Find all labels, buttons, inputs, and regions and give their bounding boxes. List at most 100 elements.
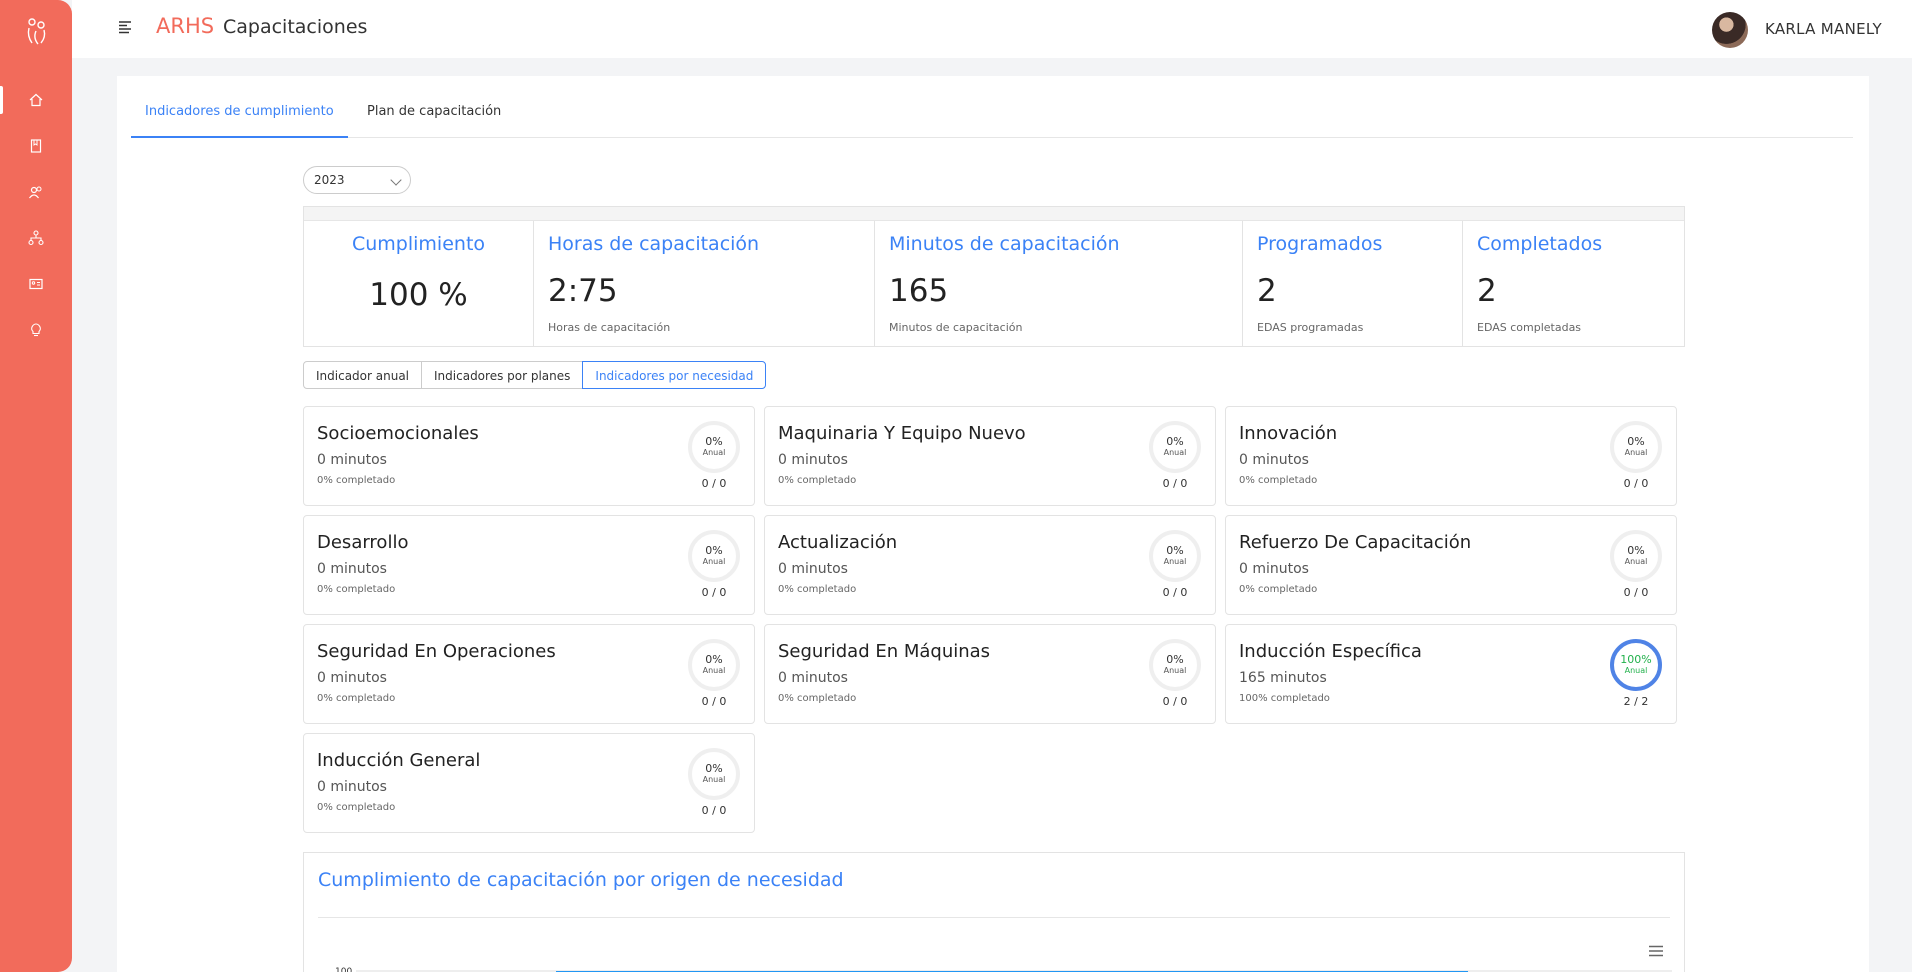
category-title: Inducción General (317, 750, 481, 771)
category-title: Refuerzo De Capacitación (1239, 532, 1472, 553)
progress-ring: 0% Anual (688, 421, 740, 473)
indicator-segmented-control: Indicador anual Indicadores por planes I… (303, 361, 767, 389)
sidebar-item-id-card[interactable] (0, 264, 72, 304)
chart-divider (318, 917, 1670, 918)
tab-plan-capacitacion[interactable]: Plan de capacitación (353, 76, 515, 138)
progress-ring: 0% Anual (688, 530, 740, 582)
category-completed: 0% completado (778, 584, 857, 595)
category-ratio: 0 / 0 (1623, 586, 1649, 599)
year-select[interactable]: 2023 (303, 166, 411, 194)
chart-card: Cumplimiento de capacitación por origen … (303, 852, 1685, 972)
category-card[interactable]: Inducción General 0 minutos 0% completado 0… (303, 733, 755, 833)
category-completed: 0% completado (1239, 584, 1318, 595)
chevron-down-icon (390, 174, 402, 186)
category-minutes: 0 minutos (317, 779, 387, 795)
progress-ring-value: 100% (1620, 653, 1652, 666)
category-minutes: 0 minutos (1239, 452, 1309, 468)
category-completed: 0% completado (778, 475, 857, 486)
kpi-value: 2 (1257, 273, 1277, 309)
category-card[interactable]: Inducción Específica 165 minutos 100% comp… (1225, 624, 1677, 724)
sidebar-item-book[interactable] (0, 126, 72, 166)
app-title: Capacitaciones (223, 16, 368, 38)
progress-ring: 0% Anual (1610, 530, 1662, 582)
category-card[interactable]: Seguridad En Operaciones 0 minutos 0% comp… (303, 624, 755, 724)
category-card[interactable]: Actualización 0 minutos 0% completado 0% Anu… (764, 515, 1216, 615)
id-card-icon (29, 278, 43, 290)
progress-ring-value: 0% (705, 435, 723, 448)
category-ratio: 0 / 0 (701, 477, 727, 490)
progress-ring-label: Anual (1624, 448, 1648, 457)
category-title: Actualización (778, 532, 898, 553)
progress-ring-label: Anual (1163, 557, 1187, 566)
category-ratio: 0 / 0 (1623, 477, 1649, 490)
category-completed: 0% completado (1239, 475, 1318, 486)
category-card[interactable]: Desarrollo 0 minutos 0% completado 0% Anual 0… (303, 515, 755, 615)
kpi-subtitle: EDAS completadas (1477, 321, 1582, 334)
segment-indicador-anual[interactable]: Indicador anual (303, 361, 423, 389)
category-card[interactable]: Socioemocionales 0 minutos 0% completado 0%… (303, 406, 755, 506)
category-minutes: 0 minutos (778, 452, 848, 468)
sidebar-item-home[interactable] (0, 80, 72, 120)
sidebar-item-ideas[interactable] (0, 310, 72, 350)
org-chart-icon (28, 230, 44, 246)
category-title: Seguridad En Máquinas (778, 641, 991, 662)
progress-ring-value: 0% (705, 762, 723, 775)
progress-ring-value: 0% (1166, 544, 1184, 557)
progress-ring-label: Anual (1624, 666, 1648, 675)
category-title: Socioemocionales (317, 423, 479, 444)
brand-name: ARHS (156, 14, 215, 38)
category-minutes: 0 minutos (317, 561, 387, 577)
progress-ring: 0% Anual (688, 639, 740, 691)
category-title: Seguridad En Operaciones (317, 641, 556, 662)
category-card[interactable]: Seguridad En Máquinas 0 minutos 0% complet… (764, 624, 1216, 724)
user-name[interactable]: KARLA MANELY (1765, 20, 1882, 38)
category-card[interactable]: Refuerzo De Capacitación 0 minutos 0% comp… (1225, 515, 1677, 615)
category-ratio: 0 / 0 (1162, 586, 1188, 599)
segment-indicadores-necesidad[interactable]: Indicadores por necesidad (582, 361, 767, 389)
progress-ring: 0% Anual (1149, 639, 1201, 691)
menu-icon[interactable] (118, 20, 134, 34)
progress-ring-value: 0% (1627, 544, 1645, 557)
sidebar-item-org-chart[interactable] (0, 218, 72, 258)
progress-ring-label: Anual (702, 557, 726, 566)
kpi-value: 165 (889, 273, 949, 309)
progress-ring: 0% Anual (688, 748, 740, 800)
chart-title: Cumplimiento de capacitación por origen … (318, 869, 844, 891)
progress-ring-value: 0% (1166, 435, 1184, 448)
kpi-header-stripe (304, 207, 1684, 221)
progress-ring-label: Anual (1163, 666, 1187, 675)
category-minutes: 0 minutos (778, 561, 848, 577)
book-icon (30, 139, 42, 153)
progress-ring-label: Anual (702, 666, 726, 675)
category-title: Innovación (1239, 423, 1338, 444)
category-completed: 0% completado (317, 693, 396, 704)
kpi-row: Cumplimiento 100 % Horas de capacitación… (303, 206, 1685, 347)
kpi-title: Completados (1477, 233, 1603, 255)
category-card[interactable]: Maquinaria Y Equipo Nuevo 0 minutos 0% com… (764, 406, 1216, 506)
category-ratio: 2 / 2 (1623, 695, 1649, 708)
category-ratio: 0 / 0 (701, 804, 727, 817)
main-panel: Indicadores de cumplimiento Plan de capa… (117, 76, 1869, 972)
category-completed: 100% completado (1239, 693, 1330, 704)
category-ratio: 0 / 0 (701, 695, 727, 708)
y-tick-label: 100 (335, 967, 352, 972)
kpi-horas: Horas de capacitación 2:75 Horas de capa… (534, 221, 875, 347)
category-minutes: 165 minutos (1239, 670, 1327, 686)
category-ratio: 0 / 0 (1162, 477, 1188, 490)
users-icon (29, 186, 42, 199)
chart-plot: 100 (335, 967, 1672, 972)
progress-ring: 100% Anual (1610, 639, 1662, 691)
sidebar-item-users[interactable] (0, 172, 72, 212)
avatar[interactable] (1712, 12, 1748, 48)
progress-ring-label: Anual (1624, 557, 1648, 566)
progress-ring-value: 0% (1627, 435, 1645, 448)
kpi-subtitle: Horas de capacitación (548, 321, 671, 334)
tab-indicadores[interactable]: Indicadores de cumplimiento (131, 76, 348, 138)
segment-indicadores-planes[interactable]: Indicadores por planes (421, 361, 584, 389)
category-card[interactable]: Innovación 0 minutos 0% completado 0% Anual 0… (1225, 406, 1677, 506)
progress-ring: 0% Anual (1149, 530, 1201, 582)
kpi-minutos: Minutos de capacitación 165 Minutos de c… (875, 221, 1243, 347)
kpi-value: 2:75 (548, 273, 618, 309)
progress-ring-value: 0% (1166, 653, 1184, 666)
kpi-title: Minutos de capacitación (889, 233, 1120, 255)
